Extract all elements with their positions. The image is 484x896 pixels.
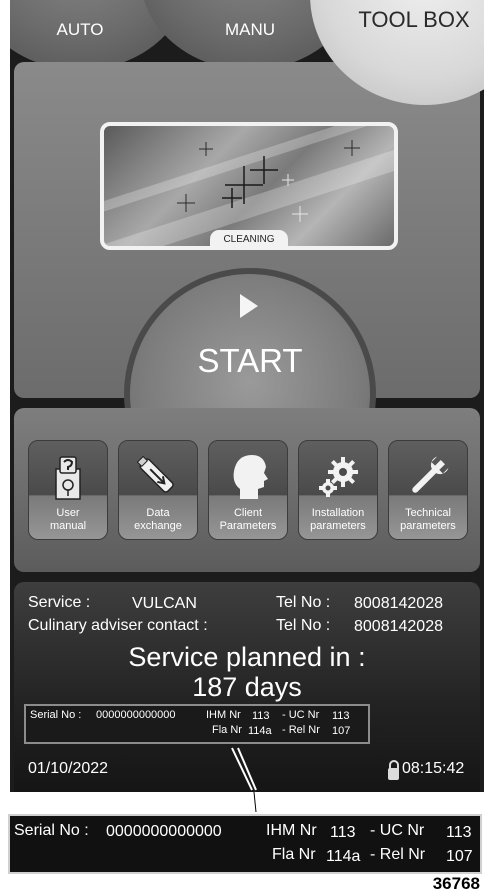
status-date: 01/10/2022 (28, 760, 109, 777)
tool-label-line1: Installation (311, 507, 365, 519)
tel-value: 8008142028 (354, 595, 443, 612)
tool-label-line1: Data (146, 507, 170, 519)
fla-value: 114a (248, 725, 272, 737)
uc-value: 113 (446, 824, 472, 841)
rel-label: - Rel Nr (282, 724, 320, 736)
tool-installation-parameters-button[interactable]: Installation parameters (298, 440, 378, 540)
adviser-label: Culinary adviser contact : (28, 617, 208, 634)
play-icon (240, 294, 258, 318)
adviser-tel-value: 8008142028 (354, 618, 443, 635)
fla-label: Fla Nr (272, 846, 316, 863)
serial-info-box: Serial No : 0000000000000 IHM Nr 113 - U… (24, 704, 370, 744)
tool-label-line2: parameters (310, 520, 366, 532)
user-manual-icon (29, 449, 107, 505)
adviser-tel-label: Tel No : (276, 617, 331, 634)
tool-client-parameters-button[interactable]: Client Parameters (208, 440, 288, 540)
uc-label: - UC Nr (370, 822, 425, 839)
tool-data-exchange-button[interactable]: Data exchange (118, 440, 198, 540)
serial-label: Serial No : (14, 822, 89, 839)
serial-label: Serial No : (30, 709, 82, 721)
tool-label: Client Parameters (209, 507, 287, 533)
head-profile-icon (209, 449, 287, 505)
service-info-panel: Service : VULCAN Tel No : 8008142028 Cul… (14, 582, 480, 792)
tool-label: User manual (29, 507, 107, 533)
service-planned-value: 187 days (192, 672, 302, 702)
rel-label: - Rel Nr (370, 846, 426, 863)
tool-label: Data exchange (119, 507, 197, 533)
tool-label-line1: User (56, 507, 80, 519)
rel-value: 107 (332, 725, 351, 737)
usb-stick-icon (119, 449, 197, 505)
program-label: CLEANING (210, 230, 288, 246)
tool-label-line2: exchange (134, 520, 182, 532)
tab-toolbox-label: TOOL BOX (358, 7, 470, 32)
uc-value: 113 (332, 710, 350, 722)
lock-icon[interactable] (388, 760, 399, 780)
tool-label: Installation parameters (299, 507, 377, 533)
uc-label: - UC Nr (282, 709, 320, 721)
serial-value: 0000000000000 (106, 823, 222, 840)
tool-label-line2: parameters (400, 520, 456, 532)
touch-screen: AUTO MANU CLEANING START TOOL BOX User m… (10, 0, 484, 792)
sparkle-icon (177, 140, 360, 222)
program-panel: CLEANING START (14, 62, 480, 520)
tel-label: Tel No : (276, 594, 331, 611)
service-value: VULCAN (132, 595, 197, 612)
status-time: 08:15:42 (402, 760, 465, 777)
serial-info-enlarged: Serial No : 0000000000000 IHM Nr 113 - U… (8, 814, 482, 874)
tool-user-manual-button[interactable]: User manual (28, 440, 108, 540)
fla-value: 114a (326, 848, 361, 865)
tool-label-line1: Client (233, 507, 263, 519)
gears-icon (299, 449, 377, 505)
wrench-icon (389, 449, 467, 505)
cleaning-program-card[interactable]: CLEANING (100, 122, 398, 250)
start-label: START (197, 342, 303, 379)
tool-label-line2: manual (49, 520, 87, 532)
serial-value: 0000000000000 (96, 709, 176, 721)
ihm-label: IHM Nr (206, 709, 241, 721)
figure-number: 36768 (432, 874, 480, 893)
tool-label-line2: Parameters (219, 520, 277, 532)
tool-label: Technical parameters (389, 507, 467, 533)
service-planned-label: Service planned in : (128, 642, 366, 672)
ihm-value: 113 (252, 710, 270, 722)
fla-label: Fla Nr (212, 724, 242, 736)
tool-technical-parameters-button[interactable]: Technical parameters (388, 440, 468, 540)
ihm-value: 113 (330, 824, 356, 841)
rel-value: 107 (446, 848, 473, 865)
tool-label-line1: Technical (405, 507, 451, 519)
control-panel-illustration: AUTO MANU CLEANING START TOOL BOX User m… (0, 0, 484, 792)
ihm-label: IHM Nr (266, 822, 317, 839)
service-label: Service : (28, 594, 91, 611)
toolbox-panel: User manual Data exchange Client Paramet… (14, 408, 480, 572)
